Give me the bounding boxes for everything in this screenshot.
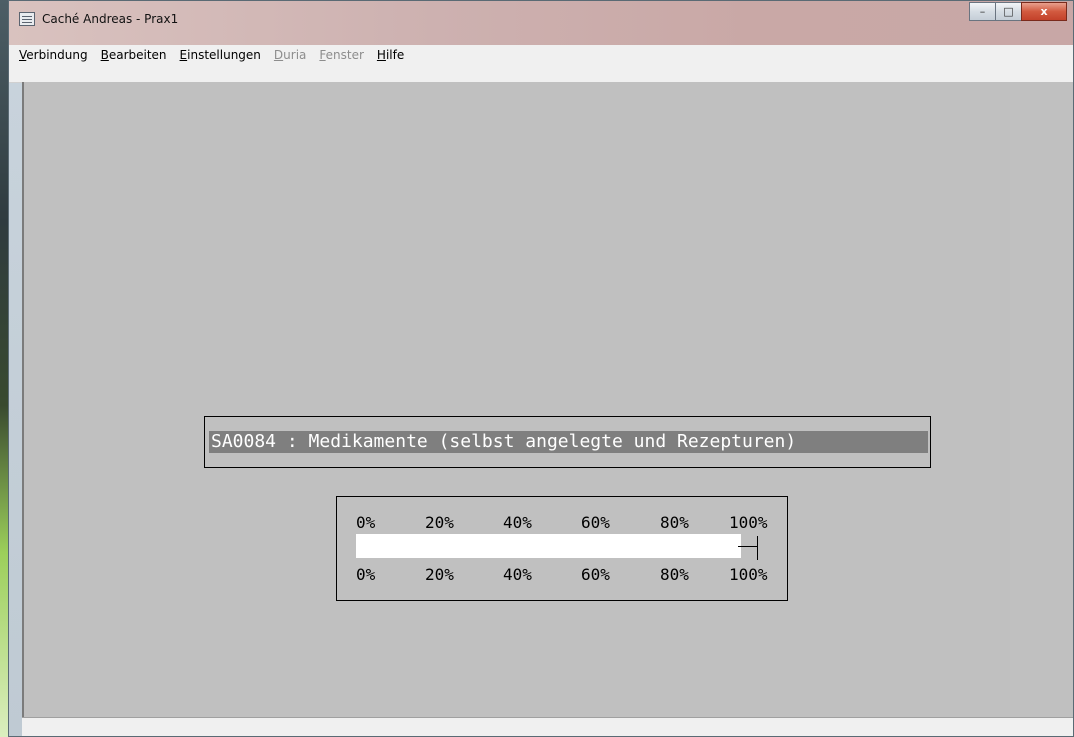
app-window: Caché Andreas - Prax1 – □ x Verbindung B…	[8, 0, 1074, 737]
scale-label: 0%	[356, 565, 376, 584]
status-strip	[22, 717, 1073, 736]
toolbar-strip	[9, 65, 1073, 83]
terminal-screen[interactable]: SA0084 : Medikamente (selbst angelegte u…	[22, 82, 1073, 736]
progress-box: 0% 20% 40% 60% 80% 100% 0% 20% 40% 60% 8…	[336, 496, 788, 601]
scale-label: 60%	[581, 513, 610, 532]
program-heading: SA0084 : Medikamente (selbst angelegte u…	[209, 431, 928, 453]
scale-label: 80%	[660, 513, 689, 532]
scale-label: 40%	[503, 513, 532, 532]
scale-label: 100%	[729, 565, 768, 584]
menu-verbindung[interactable]: Verbindung	[19, 48, 88, 62]
scale-label: 40%	[503, 565, 532, 584]
scale-label: 80%	[660, 565, 689, 584]
maximize-button[interactable]: □	[995, 2, 1022, 21]
menu-duria: Duria	[273, 48, 307, 62]
menu-bearbeiten[interactable]: Bearbeiten	[101, 48, 167, 62]
scale-label: 20%	[425, 513, 454, 532]
terminal-app-icon[interactable]	[19, 12, 35, 26]
window-controls: – □ x	[969, 2, 1067, 21]
window-title: Caché Andreas - Prax1	[42, 12, 179, 26]
scale-label: 100%	[729, 513, 768, 532]
scale-label: 20%	[425, 565, 454, 584]
title-bar[interactable]: Caché Andreas - Prax1 – □ x	[9, 1, 1073, 45]
progress-end-marker	[738, 534, 760, 560]
close-button[interactable]: x	[1021, 2, 1067, 21]
menu-bar: Verbindung Bearbeiten Einstellungen Duri…	[9, 45, 1073, 65]
minimize-button[interactable]: –	[969, 2, 996, 21]
heading-box: SA0084 : Medikamente (selbst angelegte u…	[204, 416, 931, 468]
menu-hilfe[interactable]: Hilfe	[377, 48, 404, 62]
scale-label: 0%	[356, 513, 376, 532]
menu-fenster: Fenster	[319, 48, 364, 62]
progress-scale-bottom: 0% 20% 40% 60% 80% 100%	[356, 565, 786, 585]
menu-einstellungen[interactable]: Einstellungen	[180, 48, 261, 62]
progress-bar	[356, 534, 741, 558]
progress-bar-fill	[356, 534, 741, 558]
scale-label: 60%	[581, 565, 610, 584]
progress-scale-top: 0% 20% 40% 60% 80% 100%	[356, 513, 786, 533]
